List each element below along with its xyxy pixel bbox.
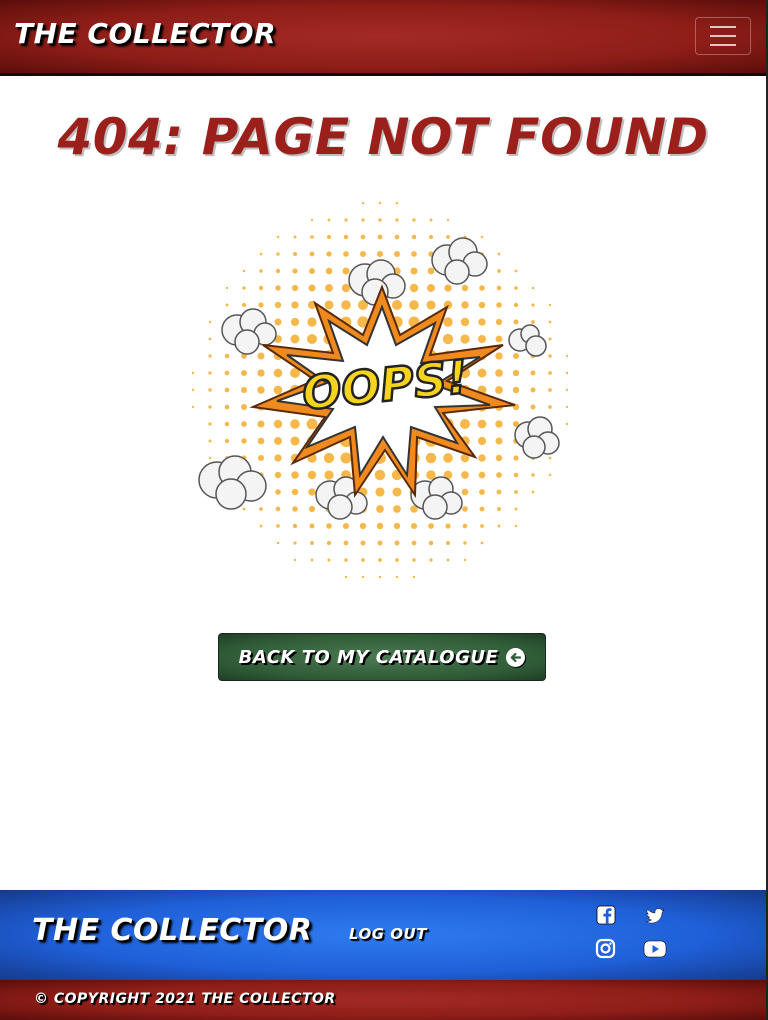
instagram-icon[interactable] — [595, 938, 617, 960]
footer: The Collector Log Out — [0, 890, 766, 980]
navbar-brand[interactable]: The Collector — [14, 17, 276, 50]
back-to-catalogue-button[interactable]: Back to My Catalogue — [218, 633, 546, 681]
copyright-bar: © Copyright 2021 The Collector — [0, 980, 766, 1020]
copyright-text: © Copyright 2021 The Collector — [34, 991, 336, 1007]
hamburger-menu-icon — [710, 44, 736, 46]
hamburger-menu-icon — [710, 26, 736, 28]
page-title: 404: Page Not Found — [57, 108, 709, 166]
footer-brand[interactable]: The Collector — [32, 913, 312, 948]
navbar: The Collector — [0, 0, 766, 76]
twitter-icon[interactable] — [644, 905, 666, 927]
back-button-label: Back to My Catalogue — [238, 646, 499, 668]
arrow-circle-left-icon — [506, 647, 526, 667]
facebook-icon[interactable] — [596, 905, 618, 927]
oops-explosion-icon: OOPS! — [191, 201, 569, 579]
hamburger-menu-icon — [710, 35, 736, 37]
youtube-icon[interactable] — [643, 938, 669, 960]
menu-toggle-button[interactable] — [695, 17, 751, 55]
oops-illustration: OOPS! — [185, 195, 580, 590]
logout-link[interactable]: Log Out — [349, 925, 427, 943]
